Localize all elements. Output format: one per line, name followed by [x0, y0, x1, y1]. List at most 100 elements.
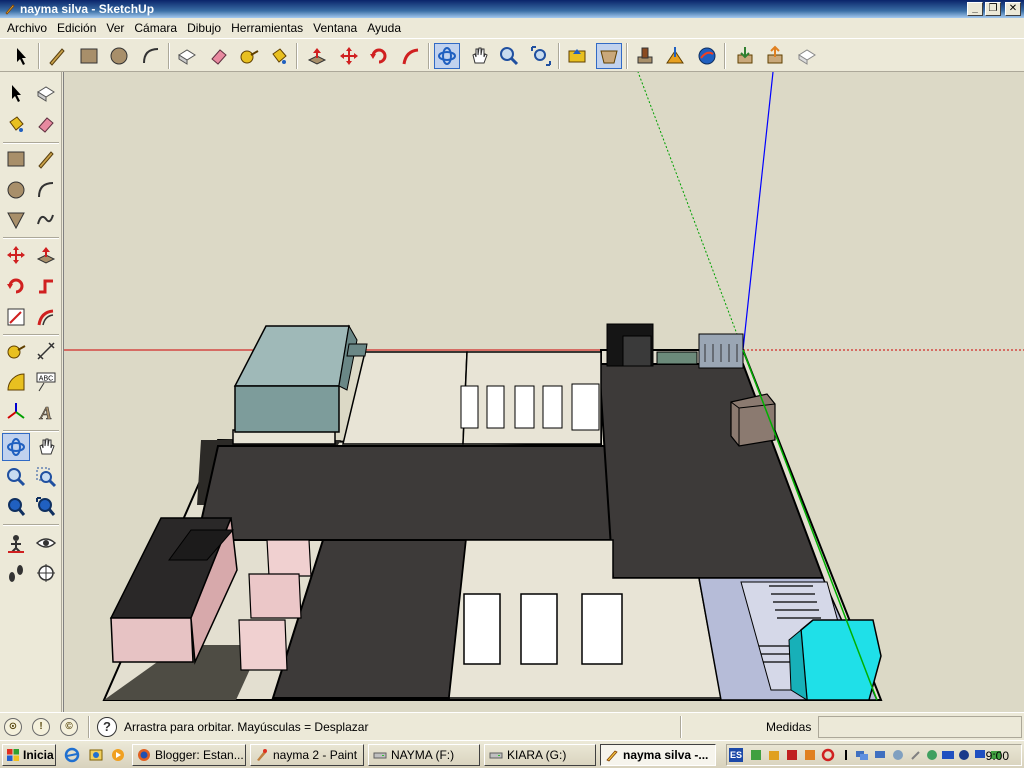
palette-line-button[interactable] — [32, 145, 60, 173]
menu-camara[interactable]: Cámara — [129, 18, 182, 38]
palette-move-button[interactable] — [2, 241, 30, 269]
select-tool-button[interactable] — [8, 43, 34, 69]
menu-edicion[interactable]: Edición — [52, 18, 101, 38]
palette-previous-button[interactable] — [2, 493, 30, 521]
get-models-button[interactable] — [732, 43, 758, 69]
zoom-tool-button[interactable] — [496, 43, 522, 69]
measurements-input[interactable] — [818, 716, 1022, 738]
start-button[interactable]: Inicia — [2, 744, 56, 766]
palette-zoom-window-button[interactable] — [32, 463, 60, 491]
share-component-button[interactable] — [794, 43, 820, 69]
menu-archivo[interactable]: Archivo — [2, 18, 52, 38]
minimize-button[interactable]: _ — [967, 2, 983, 16]
palette-offset-button[interactable] — [32, 303, 60, 331]
palette-pan-button[interactable] — [32, 433, 60, 461]
palette-paint-bucket-button[interactable] — [2, 110, 30, 138]
palette-circle-button[interactable] — [2, 176, 30, 204]
task-paint[interactable]: nayma 2 - Paint — [250, 744, 364, 766]
palette-tape-measure-button[interactable] — [2, 337, 30, 365]
tray-app-icon[interactable] — [749, 748, 763, 762]
line-tool-button[interactable] — [44, 43, 70, 69]
close-button[interactable]: ✕ — [1005, 2, 1021, 16]
palette-eraser-button[interactable] — [32, 110, 60, 138]
tray-wrench-icon[interactable] — [909, 748, 923, 762]
explorer-icon[interactable] — [88, 747, 104, 763]
task-nayma-drive[interactable]: NAYMA (F:) — [368, 744, 480, 766]
push-pull-button[interactable] — [304, 43, 330, 69]
palette-zoom-extents-button[interactable] — [32, 493, 60, 521]
menu-ver[interactable]: Ver — [101, 18, 129, 38]
ie-icon[interactable] — [64, 747, 80, 763]
palette-section-plane-button[interactable] — [32, 559, 60, 587]
tray-globe-icon[interactable] — [925, 748, 939, 762]
palette-scale-button[interactable] — [2, 303, 30, 331]
palette-dimension-button[interactable] — [32, 337, 60, 365]
task-blogger[interactable]: Blogger: Estan... — [132, 744, 246, 766]
toggle-terrain-button[interactable] — [662, 43, 688, 69]
make-component-button[interactable] — [174, 43, 200, 69]
palette-text-button[interactable]: ABC — [32, 368, 60, 396]
palette-rectangle-button[interactable] — [2, 145, 30, 173]
credits-icon[interactable]: ! — [32, 718, 50, 736]
palette-walk-button[interactable] — [2, 559, 30, 587]
tray-app-icon[interactable] — [767, 748, 781, 762]
tray-app-icon[interactable] — [891, 748, 905, 762]
next-view-button[interactable] — [596, 43, 622, 69]
move-tool-button[interactable] — [336, 43, 362, 69]
task-kiara-drive[interactable]: KIARA (G:) — [484, 744, 596, 766]
palette-3d-text-button[interactable]: A — [32, 398, 60, 426]
tray-app-icon[interactable] — [803, 748, 817, 762]
palette-position-camera-button[interactable] — [2, 529, 30, 557]
tray-network-icon[interactable] — [873, 748, 887, 762]
palette-protractor-button[interactable] — [2, 368, 30, 396]
menu-herramientas[interactable]: Herramientas — [226, 18, 308, 38]
palette-rotate-button[interactable] — [2, 272, 30, 300]
rectangle-tool-button[interactable] — [76, 43, 102, 69]
firefox-icon — [138, 749, 150, 761]
pan-tool-button[interactable] — [466, 43, 492, 69]
arc-tool-button[interactable] — [138, 43, 164, 69]
paint-bucket-icon — [9, 116, 24, 132]
restore-button[interactable]: ❐ — [985, 2, 1001, 16]
share-model-button[interactable] — [762, 43, 788, 69]
paint-bucket-button[interactable] — [266, 43, 292, 69]
palette-select-button[interactable] — [2, 79, 30, 107]
rotate-tool-button[interactable] — [366, 43, 392, 69]
model-viewport[interactable] — [63, 72, 1024, 712]
palette-polygon-button[interactable] — [2, 206, 30, 234]
palette-freehand-button[interactable] — [32, 206, 60, 234]
geo-location-icon[interactable]: ⊙ — [4, 718, 22, 736]
user-icon[interactable]: © — [60, 718, 78, 736]
tape-measure-button[interactable] — [236, 43, 262, 69]
palette-orbit-button[interactable] — [2, 433, 30, 461]
tray-opera-icon[interactable] — [821, 748, 835, 762]
palette-component-button[interactable] — [32, 79, 60, 107]
menu-dibujo[interactable]: Dibujo — [182, 18, 226, 38]
palette-push-pull-button[interactable] — [32, 241, 60, 269]
follow-me-button[interactable] — [398, 43, 424, 69]
menu-ventana[interactable]: Ventana — [308, 18, 362, 38]
add-location-button[interactable] — [632, 43, 658, 69]
palette-look-around-button[interactable] — [32, 529, 60, 557]
tray-app-icon[interactable] — [941, 748, 955, 762]
task-sketchup[interactable]: nayma silva -... — [600, 744, 716, 766]
previous-magnifier-icon — [8, 498, 26, 516]
google-earth-button[interactable] — [694, 43, 720, 69]
language-indicator[interactable]: ES — [729, 748, 743, 762]
tray-info-icon[interactable] — [839, 748, 853, 762]
previous-view-button[interactable] — [564, 43, 590, 69]
tray-acrobat-icon[interactable] — [785, 748, 799, 762]
eraser-tool-button[interactable] — [206, 43, 232, 69]
palette-zoom-button[interactable] — [2, 463, 30, 491]
circle-tool-button[interactable] — [106, 43, 132, 69]
orbit-tool-button[interactable] — [434, 43, 460, 69]
help-icon[interactable]: ? — [97, 717, 117, 737]
tray-network-icon[interactable] — [855, 748, 869, 762]
media-player-icon[interactable] — [110, 747, 126, 763]
zoom-extents-button[interactable] — [528, 43, 554, 69]
menu-ayuda[interactable]: Ayuda — [362, 18, 406, 38]
palette-axes-button[interactable] — [2, 398, 30, 426]
tray-app-icon[interactable] — [957, 748, 971, 762]
palette-arc-button[interactable] — [32, 176, 60, 204]
palette-follow-me-button[interactable] — [32, 272, 60, 300]
